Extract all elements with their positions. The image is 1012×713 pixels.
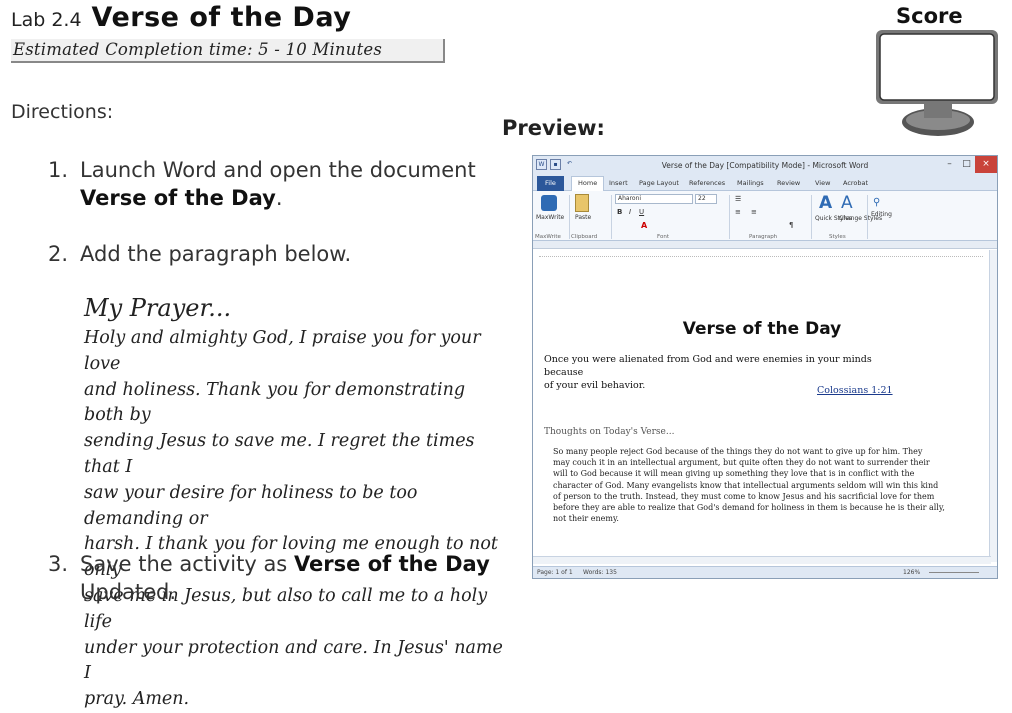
- ribbon: MaxWrite Paste Aharoni 22 B I U A ☰ ≡ ≡ …: [533, 191, 997, 241]
- step-text-part: Save the activity as: [80, 552, 294, 576]
- verse-line: Once you were alienated from God and wer…: [544, 354, 872, 378]
- thoughts-heading: Thoughts on Today's Verse...: [544, 427, 675, 437]
- font-size-box[interactable]: 22: [695, 194, 717, 204]
- thoughts-body: So many people reject God because of the…: [553, 446, 983, 524]
- body-line: will to God because it will mean giving …: [553, 469, 915, 479]
- group-label-clipboard: Clipboard: [571, 234, 598, 240]
- status-page[interactable]: Page: 1 of 1: [537, 569, 573, 576]
- tab-view[interactable]: View: [815, 179, 830, 187]
- body-line: before they are able to realize that God…: [553, 503, 945, 513]
- directions-label: Directions:: [11, 101, 114, 123]
- status-bar: Page: 1 of 1 Words: 135 126%: [533, 566, 997, 578]
- tab-insert[interactable]: Insert: [609, 179, 628, 187]
- paste-button[interactable]: Paste: [575, 214, 591, 221]
- body-line: So many people reject God because of the…: [553, 447, 923, 456]
- window-controls: – □ ×: [941, 156, 997, 173]
- close-icon[interactable]: ×: [975, 156, 997, 173]
- zoom-level[interactable]: 126%: [903, 569, 920, 576]
- monitor-icon: [876, 30, 998, 136]
- step-number: 2.: [48, 242, 69, 266]
- body-line: may couch it in an intellectual argument…: [553, 458, 930, 468]
- prayer-line: Holy and almighty God, I praise you for …: [84, 328, 481, 374]
- prayer-line: saw your desire for holiness to be too d…: [84, 482, 418, 529]
- document-title: Verse of the Day: [682, 319, 842, 339]
- score-label: Score: [896, 4, 963, 28]
- prayer-line: under your protection and care. In Jesus…: [84, 637, 503, 684]
- lab-title: Verse of the Day: [91, 2, 352, 33]
- bullets-icon[interactable]: ☰: [735, 195, 741, 203]
- status-words[interactable]: Words: 135: [583, 569, 617, 576]
- word-titlebar: W ▪ ↶ Verse of the Day [Compatibility Mo…: [533, 156, 997, 176]
- tab-mailings[interactable]: Mailings: [737, 179, 764, 187]
- completion-time: Estimated Completion time: 5 - 10 Minute…: [13, 40, 383, 59]
- group-separator: [867, 195, 868, 239]
- word-window-title: Verse of the Day [Compatibility Mode] - …: [661, 161, 869, 170]
- change-styles-icon[interactable]: A: [841, 193, 853, 213]
- step-text: Launch Word and open the document Verse o…: [80, 156, 476, 212]
- step-text-part: Updated.: [80, 580, 177, 604]
- font-color-icon[interactable]: A: [641, 221, 647, 230]
- lab-header: Lab 2.4 Verse of the Day: [11, 2, 351, 33]
- step-document-name: Verse of the Day: [80, 186, 276, 210]
- group-label-paragraph: Paragraph: [749, 234, 778, 240]
- step-text: Save the activity as Verse of the Day Upd…: [80, 550, 490, 606]
- word-window: W ▪ ↶ Verse of the Day [Compatibility Mo…: [532, 155, 998, 579]
- tab-references[interactable]: References: [689, 179, 725, 187]
- group-separator: [611, 195, 612, 239]
- prayer-line: pray. Amen.: [84, 689, 190, 710]
- tab-review[interactable]: Review: [777, 179, 800, 187]
- editing-button[interactable]: Editing: [871, 211, 892, 218]
- maximize-icon[interactable]: □: [958, 156, 975, 173]
- lab-number: Lab 2.4: [11, 9, 82, 31]
- paste-icon[interactable]: [575, 194, 589, 212]
- step-number: 3.: [48, 552, 69, 576]
- maxwrite-button[interactable]: MaxWrite: [536, 214, 564, 221]
- prayer-title: My Prayer...: [84, 294, 232, 322]
- italic-icon[interactable]: I: [629, 208, 631, 216]
- bold-icon[interactable]: B: [617, 208, 622, 216]
- tab-file[interactable]: File: [537, 176, 564, 191]
- minimize-icon[interactable]: –: [941, 156, 958, 173]
- preview-label: Preview:: [502, 116, 605, 140]
- group-separator: [811, 195, 812, 239]
- tab-page-layout[interactable]: Page Layout: [639, 179, 679, 187]
- body-line: not their enemy.: [553, 514, 619, 524]
- tab-acrobat[interactable]: Acrobat: [843, 179, 868, 187]
- group-separator: [729, 195, 730, 239]
- step-text-part: Launch Word and open the document: [80, 158, 476, 182]
- font-name-box[interactable]: Aharoni: [615, 194, 693, 204]
- step-text-part: .: [275, 186, 283, 210]
- zoom-slider[interactable]: [929, 572, 979, 573]
- ruler: [533, 241, 997, 249]
- horizontal-scrollbar[interactable]: [533, 556, 991, 564]
- step-document-name: Verse of the Day: [293, 552, 490, 576]
- step-number: 1.: [48, 158, 69, 182]
- verse-reference-link[interactable]: Colossians 1:21: [817, 385, 893, 396]
- ribbon-tabs: File Home Insert Page Layout References …: [533, 176, 997, 192]
- underline-icon[interactable]: U: [639, 208, 644, 216]
- step-text: Add the paragraph below.: [80, 242, 352, 266]
- group-label-styles: Styles: [829, 234, 846, 240]
- prayer-body: Holy and almighty God, I praise you for …: [84, 326, 509, 713]
- vertical-scrollbar[interactable]: [989, 250, 997, 562]
- prayer-line: sending Jesus to save me. I regret the t…: [84, 431, 475, 477]
- pilcrow-icon[interactable]: ¶: [789, 221, 793, 229]
- quick-styles-icon[interactable]: A: [819, 193, 832, 213]
- prayer-line: and holiness. Thank you for demonstratin…: [84, 379, 466, 426]
- group-separator: [569, 195, 570, 239]
- align-center-icon[interactable]: ≡: [751, 208, 757, 216]
- find-icon[interactable]: ⚲: [873, 197, 880, 208]
- body-line: of person to the truth. Instead, they mu…: [553, 491, 935, 501]
- page-edge: [539, 256, 983, 257]
- align-left-icon[interactable]: ≡: [735, 208, 741, 216]
- group-label-maxwrite: MaxWrite: [535, 234, 561, 240]
- completion-time-bar: Estimated Completion time: 5 - 10 Minute…: [11, 39, 445, 63]
- group-label-font: Font: [657, 234, 669, 240]
- maxwrite-icon[interactable]: [541, 195, 557, 211]
- body-line: character of God. Many evangelists know …: [553, 480, 939, 490]
- tab-home[interactable]: Home: [571, 176, 605, 192]
